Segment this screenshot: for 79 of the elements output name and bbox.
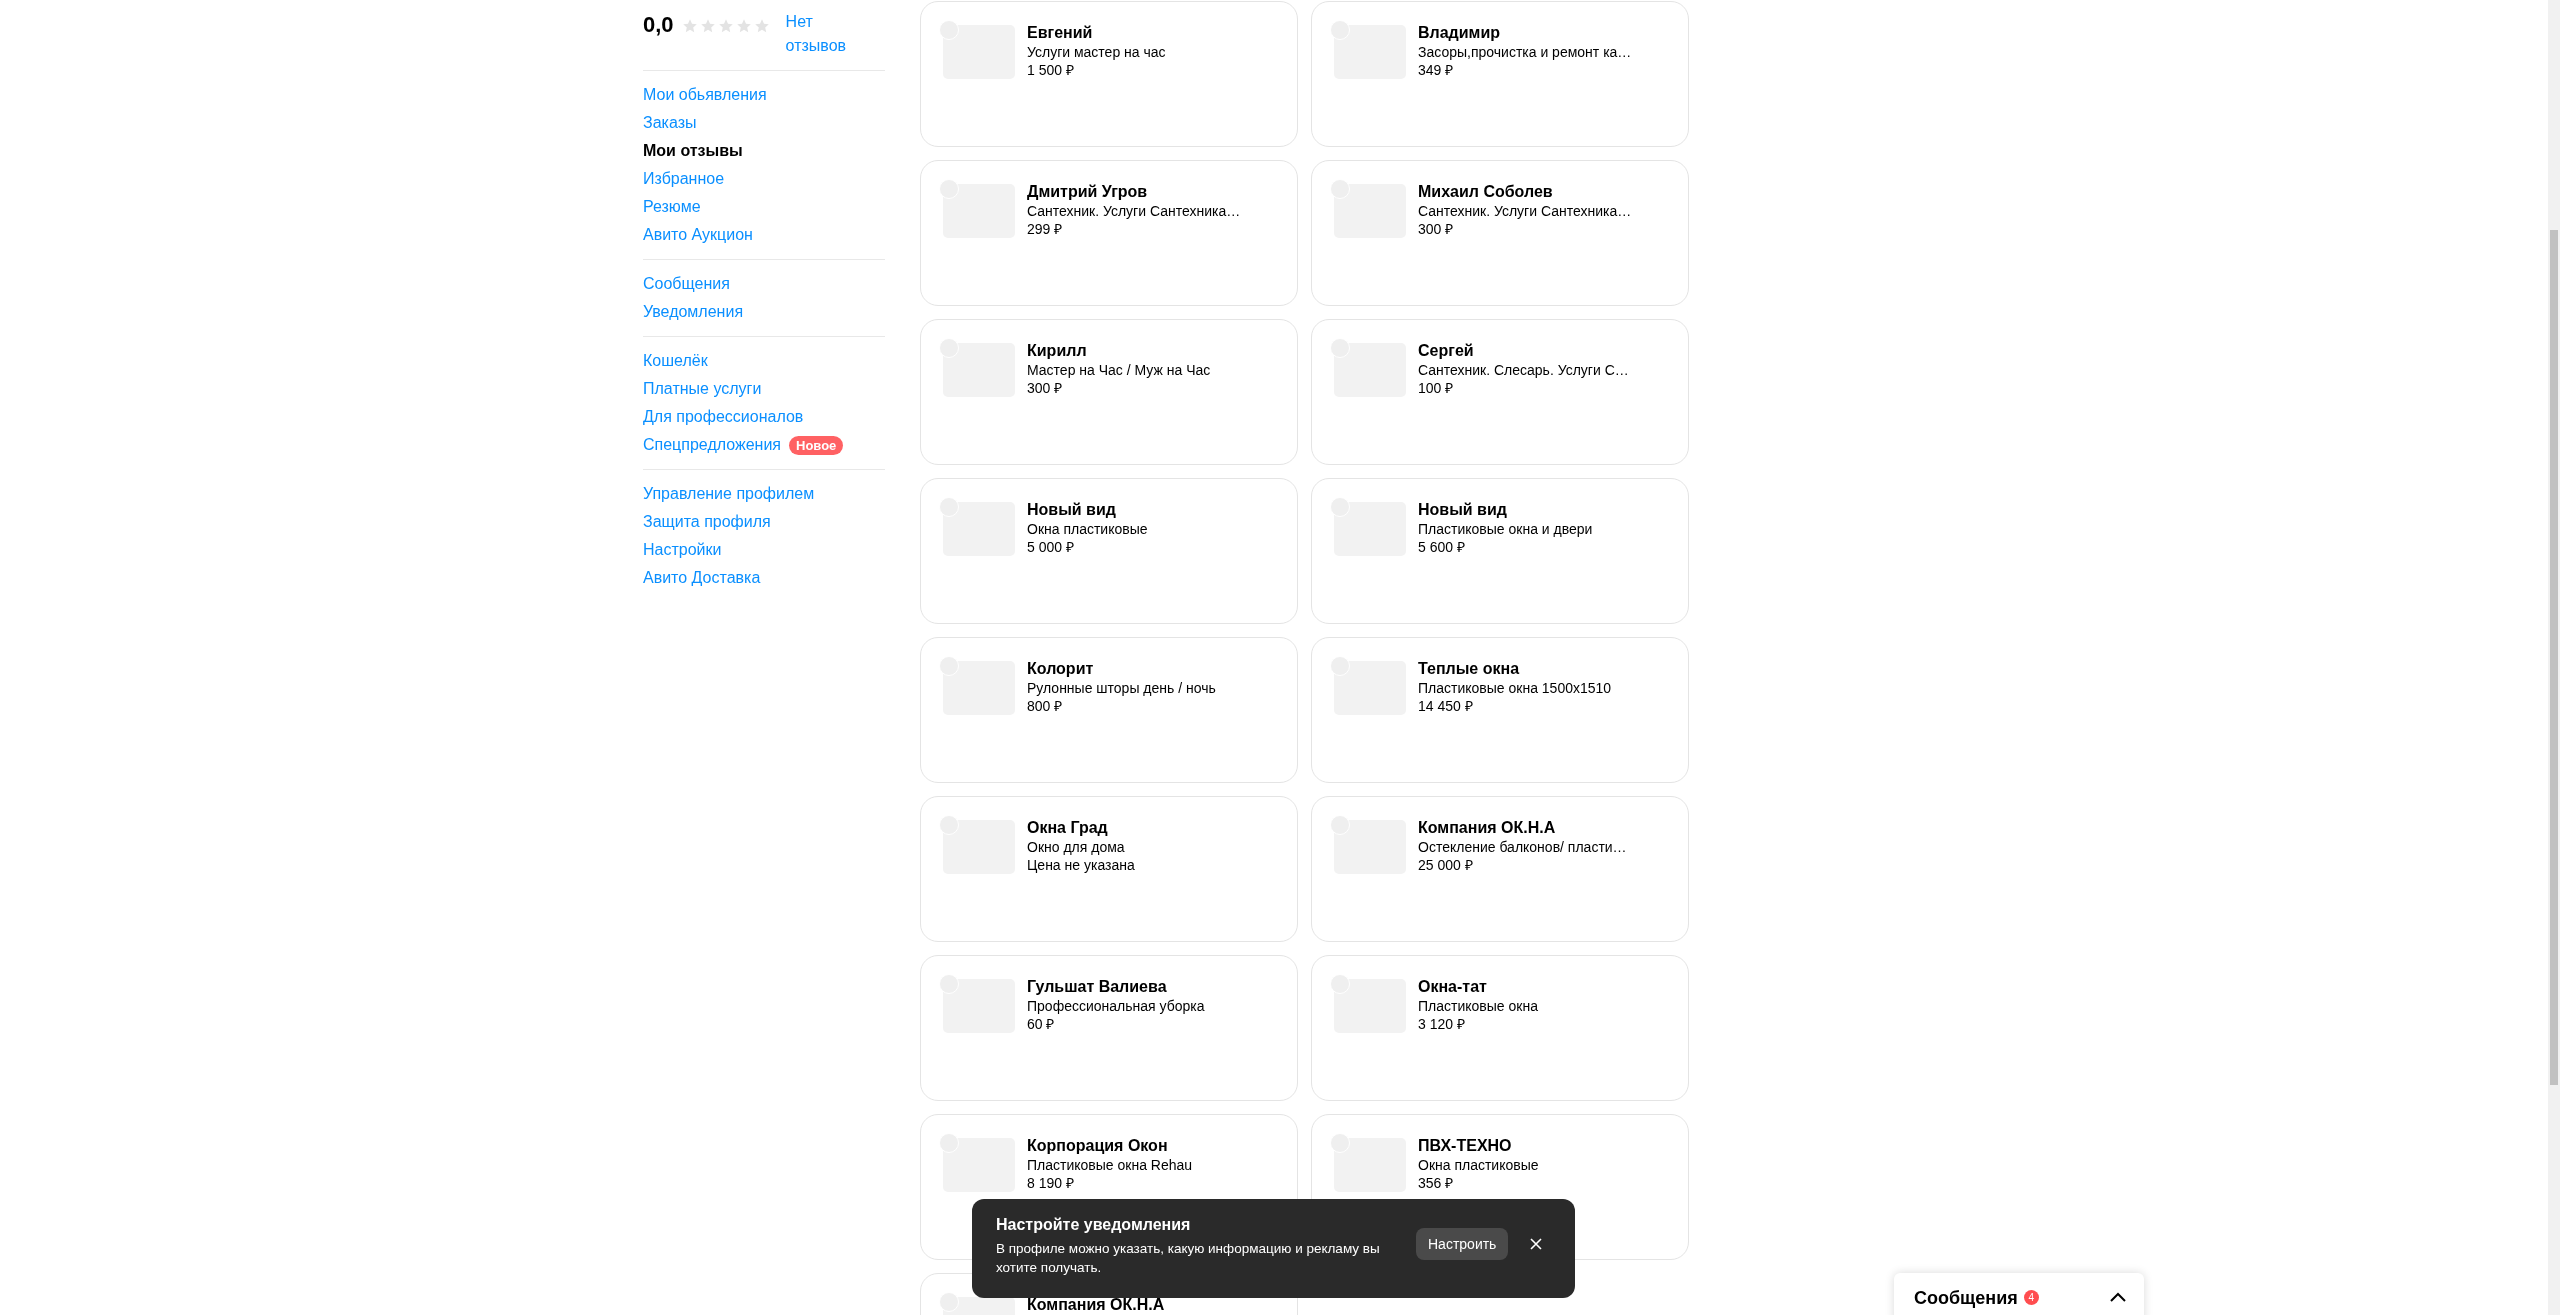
seller-name: Корпорация Окон	[1027, 1136, 1169, 1156]
scrollbar[interactable]	[2548, 0, 2560, 1315]
listing-price: 299 ₽	[1027, 220, 1064, 238]
listing-description: Окно для дома	[1027, 838, 1126, 856]
seller-name: ПВХ-ТЕХНО	[1418, 1136, 1513, 1156]
listing-description: Мастер на Час / Муж на Час	[1027, 361, 1211, 379]
listing-price: 25 000 ₽	[1418, 856, 1474, 874]
listing-description: Засоры,прочистка и ремонт ка…	[1418, 43, 1632, 61]
seller-name: Кирилл	[1027, 341, 1088, 361]
listing-description: Сантехник. Слесарь. Услуги С…	[1418, 361, 1629, 379]
listing-card[interactable]: Сергей Сантехник. Слесарь. Услуги С… 100 ₽	[1311, 319, 1689, 465]
listing-card[interactable]: Окна Град Окно для дома Цена не указана	[920, 796, 1298, 942]
listing-price: 3 120 ₽	[1418, 1015, 1466, 1033]
listing-card[interactable]: Теплые окна Пластиковые окна 1500x1510 14 450 ₽	[1311, 637, 1689, 783]
seller-name: Теплые окна	[1418, 659, 1521, 679]
new-badge: Новое	[789, 435, 844, 455]
star-icon	[735, 18, 752, 34]
listing-price: 5 000 ₽	[1027, 538, 1075, 556]
star-icon	[717, 18, 734, 34]
listing-description: Пластиковые окна 1500x1510	[1418, 679, 1612, 697]
seller-name: Владимир	[1418, 23, 1502, 43]
seller-name: Гульшат Валиева	[1027, 977, 1168, 997]
listing-card[interactable]: Компания ОК.Н.А Остекление балконов/ пласти… 25 000 ₽	[1311, 796, 1689, 942]
seller-name: Дмитрий Угров	[1027, 182, 1149, 202]
star-icon	[699, 18, 716, 34]
listing-price: 300 ₽	[1418, 220, 1455, 238]
listing-description: Окна пластиковые	[1418, 1156, 1539, 1174]
close-icon[interactable]	[1530, 1238, 1543, 1250]
listing-price: 8 190 ₽	[1027, 1174, 1075, 1192]
listing-description: Сантехник. Услуги Сантехника…	[1418, 202, 1632, 220]
seller-name: Компания ОК.Н.А	[1418, 818, 1557, 838]
listing-card[interactable]: Колорит Рулонные шторы день / ночь 800 ₽	[920, 637, 1298, 783]
listing-price: 60 ₽	[1027, 1015, 1056, 1033]
listing-card[interactable]: Дмитрий Угров Сантехник. Услуги Сантехника… 299 ₽	[920, 160, 1298, 306]
listing-card[interactable]: Михаил Соболев Сантехник. Услуги Сантехника… 300 ₽	[1311, 160, 1689, 306]
listing-price: 100 ₽	[1418, 379, 1455, 397]
rating-value: 0,0	[643, 11, 674, 39]
sidebar-item[interactable]: Мои отзывы	[643, 142, 743, 160]
setup-button[interactable]: Настроить	[1416, 1228, 1509, 1260]
seller-name: Михаил Соболев	[1418, 182, 1554, 202]
listing-description: Услуги мастер на час	[1027, 43, 1166, 61]
seller-name: Окна-тат	[1418, 977, 1488, 997]
listing-price: 800 ₽	[1027, 697, 1064, 715]
listing-card[interactable]: Новый вид Окна пластиковые 5 000 ₽	[920, 478, 1298, 624]
seller-name: Колорит	[1027, 659, 1095, 679]
star-icon	[681, 18, 698, 34]
listing-card[interactable]: Гульшат Валиева Профессиональная уборка 60 ₽	[920, 955, 1298, 1101]
listing-price: 300 ₽	[1027, 379, 1064, 397]
listing-price: 349 ₽	[1418, 61, 1455, 79]
listing-card[interactable]: Владимир Засоры,прочистка и ремонт ка… 349 ₽	[1311, 1, 1689, 147]
seller-name: Сергей	[1418, 341, 1475, 361]
listing-price: Цена не указана	[1027, 856, 1135, 874]
listing-description: Пластиковые окна	[1418, 997, 1538, 1015]
toast-title: Настройте уведомления	[996, 1215, 1192, 1235]
listing-card[interactable]: Новый вид Пластиковые окна и двери 5 600 ₽	[1311, 478, 1689, 624]
listing-card[interactable]: Евгений Услуги мастер на час 1 500 ₽	[920, 1, 1298, 147]
chevron-up-icon[interactable]	[2110, 1292, 2126, 1302]
seller-name: Евгений	[1027, 23, 1094, 43]
listing-description: Окна пластиковые	[1027, 520, 1148, 538]
listing-description: Профессиональная уборка	[1027, 997, 1205, 1015]
listing-price: 5 600 ₽	[1418, 538, 1466, 556]
messages-label: Сообщения	[1914, 1287, 2018, 1310]
listing-card[interactable]: Окна-тат Пластиковые окна 3 120 ₽	[1311, 955, 1689, 1101]
listing-description: Остекление балконов/ пласти…	[1418, 838, 1627, 856]
star-icon	[753, 18, 770, 34]
listing-card[interactable]: Кирилл Мастер на Час / Муж на Час 300 ₽	[920, 319, 1298, 465]
unread-count: 4	[2023, 1290, 2039, 1305]
seller-name: Новый вид	[1418, 500, 1508, 520]
seller-name: Новый вид	[1027, 500, 1117, 520]
listing-price: 14 450 ₽	[1418, 697, 1474, 715]
listing-description: Сантехник. Услуги Сантехника…	[1027, 202, 1241, 220]
seller-name: Компания ОК.Н.А	[1027, 1295, 1165, 1315]
listing-description: Пластиковые окна и двери	[1418, 520, 1593, 538]
listing-price: 356 ₽	[1418, 1174, 1455, 1192]
listing-description: Пластиковые окна Rehau	[1027, 1156, 1193, 1174]
seller-name: Окна Град	[1027, 818, 1109, 838]
listing-price: 1 500 ₽	[1027, 61, 1075, 79]
listing-description: Рулонные шторы день / ночь	[1027, 679, 1216, 697]
messages-bar[interactable]: Сообщения 4	[1894, 1273, 2144, 1315]
